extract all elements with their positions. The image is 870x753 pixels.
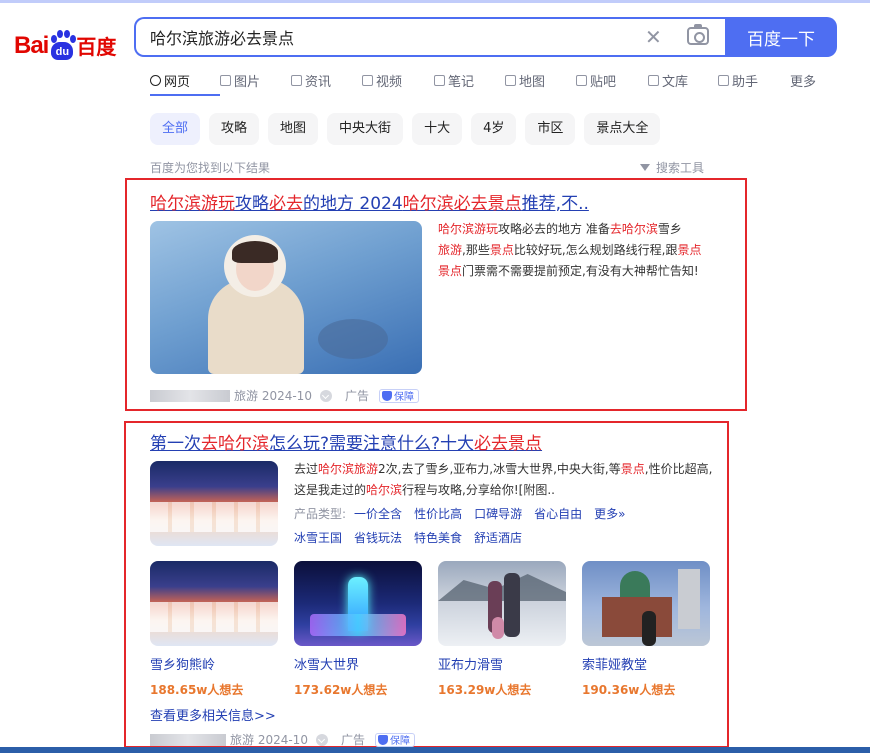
- tab-news[interactable]: 资讯: [291, 70, 362, 90]
- see-more-link[interactable]: 查看更多相关信息>>: [150, 705, 276, 724]
- search-input[interactable]: [150, 26, 630, 48]
- baidu-logo[interactable]: Bai du 百度: [14, 20, 116, 60]
- result-1-meta: 旅游 2024-10 广告 保障: [150, 387, 419, 404]
- attraction-count: 173.62w人想去: [294, 683, 388, 697]
- result-1-image[interactable]: [150, 221, 422, 374]
- tag-budget[interactable]: 省钱玩法: [354, 529, 402, 546]
- logo-text-du: du: [51, 42, 74, 60]
- result-2-title[interactable]: 第一次去哈尔滨怎么玩?需要注意什么?十大必去景点: [150, 429, 542, 454]
- result-2-description: 去过哈尔滨旅游2次,去了雪乡,亚布力,冰雪大世界,中央大街,等景点,性价比超高,…: [294, 462, 713, 497]
- attraction-image: [582, 561, 710, 646]
- tab-more[interactable]: 更多: [790, 70, 816, 90]
- search-button[interactable]: 百度一下: [725, 17, 837, 57]
- filter-guide[interactable]: 攻略: [209, 113, 260, 145]
- funnel-icon: [640, 164, 650, 171]
- tag-hotel[interactable]: 舒适酒店: [474, 529, 522, 546]
- product-type-row: 产品类型: 一价全含 性价比高 口碑导游 省心自由 更多»: [294, 505, 626, 522]
- product-link-more[interactable]: 更多»: [594, 505, 625, 522]
- attraction-image: [294, 561, 422, 646]
- attraction-image: [150, 561, 278, 646]
- tab-video[interactable]: 视频: [362, 70, 434, 90]
- product-link-guide[interactable]: 口碑导游: [474, 505, 522, 522]
- woman-in-fur-coat: [208, 233, 304, 374]
- camera-icon[interactable]: [687, 24, 709, 45]
- result-1-title[interactable]: 哈尔滨游玩攻略必去的地方 2024哈尔滨必去景点推荐,不..: [150, 189, 589, 214]
- search-tools[interactable]: 搜索工具: [640, 159, 704, 176]
- tab-tieba[interactable]: 贴吧: [576, 70, 648, 90]
- bottom-bar: [0, 747, 870, 753]
- filter-chips: 全部 攻略 地图 中央大街 十大 4岁 市区 景点大全: [150, 113, 661, 145]
- clear-icon[interactable]: ✕: [645, 27, 662, 47]
- logo-text-bai: Bai: [14, 32, 49, 59]
- attraction-card[interactable]: 冰雪大世界 173.62w人想去: [294, 561, 422, 698]
- product-tag-row: 冰雪王国 省钱玩法 特色美食 舒适酒店: [294, 529, 522, 546]
- tieba-icon: [576, 74, 587, 86]
- more-options-icon[interactable]: [315, 733, 328, 746]
- video-icon: [362, 74, 373, 86]
- attraction-card[interactable]: 索菲娅教堂 190.36w人想去: [582, 561, 710, 698]
- tab-images[interactable]: 图片: [220, 70, 291, 90]
- attraction-card[interactable]: 雪乡狗熊岭 188.65w人想去: [150, 561, 278, 698]
- tab-notes[interactable]: 笔记: [434, 70, 505, 90]
- top-border: [0, 0, 870, 3]
- news-icon: [291, 74, 302, 86]
- image-icon: [220, 74, 231, 86]
- result-2-meta: 旅游 2024-10 广告 保障: [150, 731, 415, 748]
- search-tabs: 网页 图片 资讯 视频 笔记 地图 贴吧 文库 助手 更多: [150, 70, 816, 96]
- blurred-source: [150, 389, 230, 402]
- tab-assistant[interactable]: 助手: [718, 70, 790, 90]
- product-link-value[interactable]: 性价比高: [414, 505, 462, 522]
- attraction-count: 188.65w人想去: [150, 683, 244, 697]
- result-1-description: 哈尔滨游玩攻略必去的地方 准备去哈尔滨雪乡 旅游,那些景点比较好玩,怎么规划路线…: [438, 222, 702, 278]
- results-found-text: 百度为您找到以下结果: [150, 161, 271, 175]
- search-box: ✕: [134, 17, 726, 57]
- tab-map[interactable]: 地图: [505, 70, 576, 90]
- attraction-name: 索菲娅教堂: [582, 658, 648, 673]
- attraction-image: [438, 561, 566, 646]
- search-icon: [150, 74, 161, 86]
- filter-top-ten[interactable]: 十大: [412, 113, 463, 145]
- guarantee-badge[interactable]: 保障: [378, 388, 419, 403]
- shield-icon: [381, 390, 392, 401]
- tab-wenku[interactable]: 文库: [648, 70, 718, 90]
- note-icon: [434, 74, 445, 86]
- filter-attractions[interactable]: 景点大全: [584, 113, 661, 145]
- filter-downtown[interactable]: 市区: [525, 113, 576, 145]
- filter-age[interactable]: 4岁: [471, 113, 517, 145]
- attraction-card[interactable]: 亚布力滑雪 163.29w人想去: [438, 561, 566, 698]
- product-link-all-inclusive[interactable]: 一价全含: [354, 505, 402, 522]
- paw-icon: du: [49, 30, 77, 60]
- blurred-source: [150, 733, 226, 746]
- guarantee-badge[interactable]: 保障: [374, 732, 415, 747]
- filter-central-street[interactable]: 中央大街: [327, 113, 404, 145]
- attraction-name: 冰雪大世界: [294, 658, 360, 673]
- more-options-icon[interactable]: [319, 389, 332, 402]
- attraction-count: 163.29w人想去: [438, 683, 532, 697]
- doc-icon: [648, 74, 659, 86]
- ai-icon: [718, 74, 729, 86]
- attraction-count: 190.36w人想去: [582, 683, 676, 697]
- tab-web[interactable]: 网页: [150, 70, 220, 96]
- shield-icon: [377, 734, 388, 745]
- tag-food[interactable]: 特色美食: [414, 529, 462, 546]
- map-icon: [505, 74, 516, 86]
- filter-all[interactable]: 全部: [150, 113, 201, 145]
- result-2-image[interactable]: [150, 461, 278, 546]
- logo-text-cn: 百度: [76, 35, 117, 59]
- product-link-free[interactable]: 省心自由: [534, 505, 582, 522]
- filter-map[interactable]: 地图: [268, 113, 319, 145]
- tag-ice-kingdom[interactable]: 冰雪王国: [294, 529, 342, 546]
- attraction-name: 雪乡狗熊岭: [150, 658, 216, 673]
- attraction-name: 亚布力滑雪: [438, 658, 504, 673]
